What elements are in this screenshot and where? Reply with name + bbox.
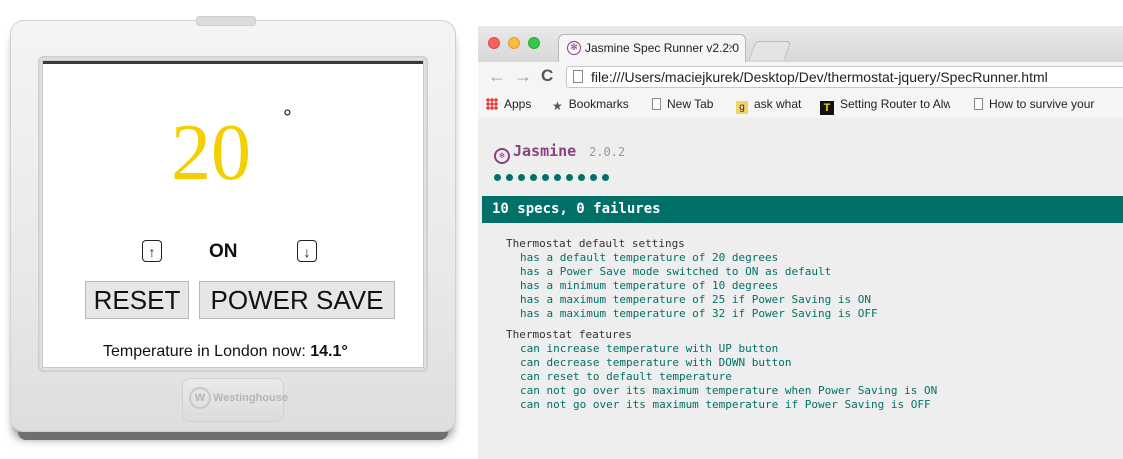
- navigation-toolbar: ← → C file:///Users/maciejkurek/Desktop/…: [478, 62, 1123, 93]
- spec-item[interactable]: has a default temperature of 20 degrees: [520, 251, 778, 264]
- reload-button[interactable]: C: [541, 66, 553, 86]
- spec-item[interactable]: can decrease temperature with DOWN butto…: [520, 356, 792, 369]
- jasmine-version: 2.0.2: [589, 145, 626, 159]
- spec-passed-dot[interactable]: [518, 174, 525, 181]
- summary-text: 10 specs, 0 failures: [492, 201, 661, 217]
- jasmine-logo-text: Jasmine: [513, 142, 577, 160]
- device-base-shadow: [18, 432, 448, 440]
- spec-passed-dot[interactable]: [530, 174, 537, 181]
- suite-title[interactable]: Thermostat default settings: [506, 237, 685, 250]
- spec-passed-dot[interactable]: [554, 174, 561, 181]
- brand-logo-icon: W: [189, 387, 211, 409]
- spec-passed-dot[interactable]: [494, 174, 501, 181]
- star-icon: ★: [552, 99, 563, 113]
- screen-top-border: [43, 61, 423, 64]
- page-icon: [974, 98, 983, 110]
- weather-label: Temperature in London now:: [103, 343, 311, 360]
- bookmark-label: Apps: [504, 97, 532, 111]
- spec-passed-dot[interactable]: [602, 174, 609, 181]
- spec-dots: [494, 168, 614, 186]
- spec-item[interactable]: can reset to default temperature: [520, 370, 732, 383]
- spec-item[interactable]: can not go over its maximum temperature …: [520, 384, 937, 397]
- bookmarks-bar: Apps ★ Bookmarks New Tab g ask what T Setti…: [478, 92, 1123, 119]
- back-button[interactable]: ←: [488, 66, 506, 87]
- page-content: ✻ Jasmine 2.0.2 10 specs, 0 failures Ther…: [478, 118, 1123, 459]
- zoom-window-button[interactable]: [528, 37, 540, 49]
- page-icon: [652, 98, 661, 110]
- weather-readout: Temperature in London now: 14.1°: [103, 343, 348, 361]
- bookmark-label: New Tab: [667, 97, 714, 111]
- suite-title[interactable]: Thermostat features: [506, 328, 632, 341]
- down-button[interactable]: ↓: [297, 240, 317, 262]
- tab-title: Jasmine Spec Runner v2.2.0: [585, 41, 740, 55]
- browser-window: ✻ Jasmine Spec Runner v2.2.0 × ← → C fil…: [478, 26, 1123, 459]
- summary-bar: 10 specs, 0 failures: [482, 196, 1123, 223]
- bookmark-setting-router[interactable]: T Setting Router to Alw: [820, 97, 950, 115]
- thermostat-top-tab: [196, 16, 256, 26]
- reset-button[interactable]: RESET: [85, 281, 189, 319]
- close-window-button[interactable]: [488, 37, 500, 49]
- thermostat-device: 20 ° ↑ ON ↓ RESET POWER SAVE Temperature…: [10, 16, 456, 440]
- spec-item[interactable]: has a Power Save mode switched to ON as …: [520, 265, 831, 278]
- spec-item[interactable]: can increase temperature with UP button: [520, 342, 778, 355]
- bookmark-label: How to survive your: [989, 97, 1095, 111]
- tab-jasmine-spec-runner[interactable]: ✻ Jasmine Spec Runner v2.2.0 ×: [558, 34, 746, 62]
- weather-value: 14.1°: [310, 343, 348, 360]
- t-icon: T: [820, 101, 834, 115]
- bookmark-label: Setting Router to Alw: [840, 97, 950, 111]
- spec-item[interactable]: has a maximum temperature of 25 if Power…: [520, 293, 871, 306]
- up-button[interactable]: ↑: [142, 240, 162, 262]
- jasmine-logo[interactable]: ✻ Jasmine: [494, 142, 576, 164]
- degree-symbol: °: [283, 105, 292, 130]
- tab-close-icon[interactable]: ×: [728, 40, 735, 54]
- spec-passed-dot[interactable]: [566, 174, 573, 181]
- minimize-window-button[interactable]: [508, 37, 520, 49]
- bookmark-label: Bookmarks: [568, 97, 629, 111]
- spec-item[interactable]: has a minimum temperature of 10 degrees: [520, 279, 778, 292]
- spec-passed-dot[interactable]: [506, 174, 513, 181]
- address-bar[interactable]: file:///Users/maciejkurek/Desktop/Dev/th…: [566, 66, 1123, 88]
- bookmark-how-to-survive[interactable]: How to survive your: [974, 97, 1104, 111]
- spec-passed-dot[interactable]: [542, 174, 549, 181]
- bookmark-ask-what[interactable]: g ask what: [736, 97, 801, 114]
- spec-item[interactable]: can not go over its maximum temperature …: [520, 398, 931, 411]
- brand-logo-text: Westinghouse: [213, 392, 288, 404]
- temperature-display: 20: [171, 109, 251, 197]
- jasmine-logo-icon: ✻: [494, 148, 510, 164]
- title-bar: ✻ Jasmine Spec Runner v2.2.0 ×: [478, 26, 1123, 62]
- page-icon: [573, 70, 583, 83]
- bookmark-new-tab[interactable]: New Tab: [652, 97, 713, 111]
- spec-passed-dot[interactable]: [578, 174, 585, 181]
- bookmark-bookmarks[interactable]: ★ Bookmarks: [552, 97, 629, 113]
- power-save-status: ON: [209, 241, 238, 262]
- url-text[interactable]: file:///Users/maciejkurek/Desktop/Dev/th…: [591, 69, 1048, 85]
- brand-logo: W Westinghouse: [182, 378, 288, 422]
- g-icon: g: [736, 101, 748, 114]
- apps-grid-icon: [486, 98, 498, 110]
- spec-item[interactable]: has a maximum temperature of 32 if Power…: [520, 307, 878, 320]
- bookmark-apps[interactable]: Apps: [486, 97, 531, 111]
- thermostat-screen: 20 ° ↑ ON ↓ RESET POWER SAVE Temperature…: [42, 60, 424, 368]
- bookmark-label: ask what: [754, 97, 802, 111]
- forward-button[interactable]: →: [514, 66, 532, 87]
- new-tab-button[interactable]: [748, 41, 792, 60]
- jasmine-favicon-icon: ✻: [567, 41, 581, 55]
- power-save-button[interactable]: POWER SAVE: [199, 281, 395, 319]
- spec-passed-dot[interactable]: [590, 174, 597, 181]
